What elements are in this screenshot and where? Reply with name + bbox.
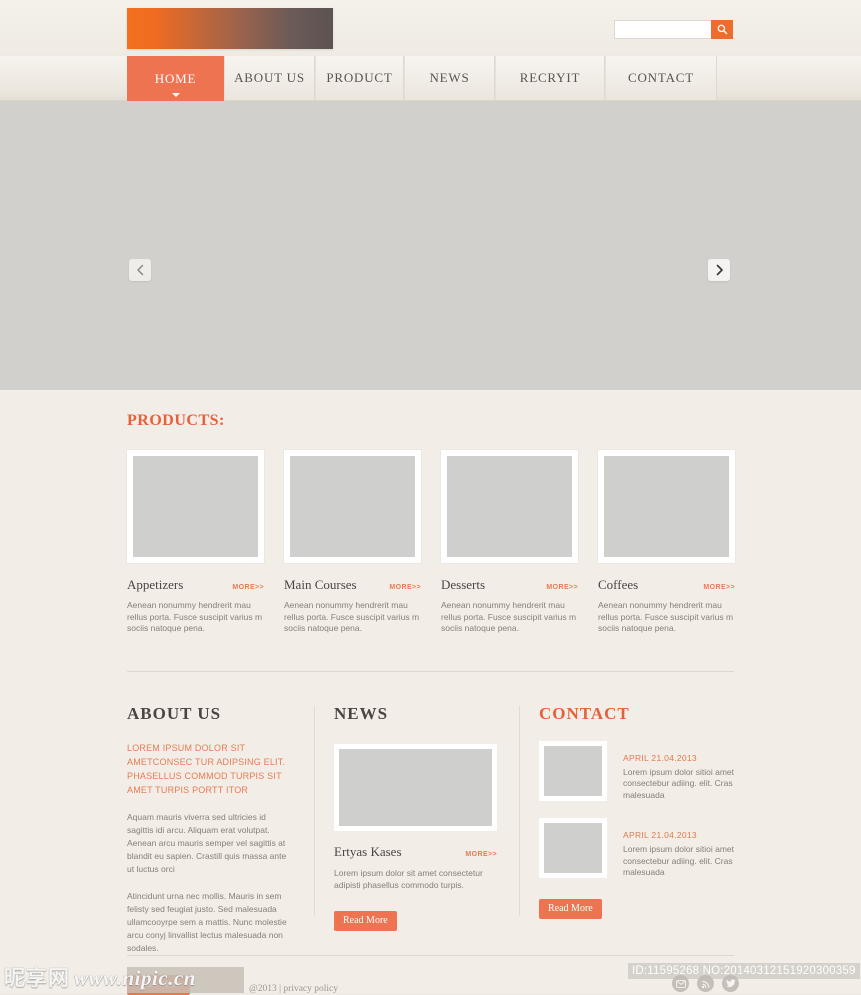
nav-label: NEWS (429, 70, 470, 85)
contact-item[interactable]: APRIL 21.04.2013 Lorem ipsum dolor sitio… (539, 740, 734, 802)
contact-item-description: Lorem ipsum dolor sitioi amet consectebu… (623, 766, 735, 800)
nav-item-home[interactable]: HOME (127, 56, 224, 104)
hero-slider (0, 101, 861, 390)
product-header: Coffees MORE>> (598, 577, 735, 593)
product-name: Coffees (598, 577, 639, 592)
nav-label: PRODUCT (326, 70, 393, 85)
nav-label: HOME (154, 71, 197, 86)
slider-next-button[interactable] (708, 259, 730, 281)
search-form (614, 20, 733, 39)
about-us-paragraph-2: Atincidunt urna nec mollis. Mauris in se… (127, 890, 287, 953)
mail-icon[interactable] (672, 975, 689, 992)
rss-icon[interactable] (697, 975, 714, 992)
contact-item-text: APRIL 21.04.2013 Lorem ipsum dolor sitio… (623, 818, 734, 879)
contact-item-description: Lorem ipsum dolor sitioi amet consectebu… (623, 844, 735, 877)
news-more-link[interactable]: MORE>> (465, 851, 497, 858)
product-thumbnail-frame (127, 450, 264, 563)
news-item-header: Ertyas Kases MORE>> (334, 844, 497, 860)
news-item-description: Lorem ipsum dolor sit amet consectetur a… (334, 867, 483, 890)
product-name: Desserts (441, 577, 486, 592)
news-thumbnail (339, 748, 492, 826)
product-header: Appetizers MORE>> (127, 577, 264, 593)
column-divider (519, 705, 520, 916)
product-name: Appetizers (127, 577, 184, 592)
site-logo[interactable] (127, 8, 333, 49)
contact-item-date: APRIL 21.04.2013 (623, 830, 697, 840)
content-wrapper: PRODUCTS: Appetizers MORE>> Aenean nonum… (127, 390, 735, 995)
product-card[interactable]: Desserts MORE>> Aenean nonummy hendrerit… (441, 450, 578, 635)
about-us-lead: LOREM IPSUM DOLOR SIT AMETCONSEC TUR ADI… (127, 742, 286, 795)
product-thumbnail-frame (441, 450, 578, 563)
product-header: Desserts MORE>> (441, 577, 578, 593)
contact-thumbnail-frame (539, 818, 607, 878)
nav-item-news[interactable]: NEWS (404, 56, 495, 100)
contact-thumbnail (544, 823, 602, 873)
search-button[interactable] (711, 20, 733, 39)
nav-item-recryit[interactable]: RECRYIT (495, 56, 605, 100)
contact-thumbnail-frame (539, 740, 607, 801)
contact-item-date: APRIL 21.04.2013 (623, 752, 697, 763)
product-card[interactable]: Coffees MORE>> Aenean nonummy hendrerit … (598, 450, 735, 635)
product-thumbnail (447, 456, 572, 557)
news-column: NEWS Ertyas Kases MORE>> Lorem ipsum dol… (314, 704, 519, 995)
product-header: Main Courses MORE>> (284, 577, 421, 593)
chevron-down-icon (171, 93, 180, 97)
search-input[interactable] (614, 20, 711, 39)
news-item-title: Ertyas Kases (334, 843, 402, 859)
product-more-link[interactable]: MORE>> (232, 584, 264, 591)
about-us-heading: ABOUT US (127, 703, 222, 723)
column-divider (314, 705, 315, 916)
main-navigation: HOME ABOUT US PRODUCT NEWS RECRYIT CONTA… (0, 56, 861, 104)
contact-thumbnail (544, 745, 602, 796)
contact-column: CONTACT APRIL 21.04.2013 Lorem ipsum dol… (519, 704, 734, 995)
footer-divider (127, 955, 734, 956)
product-thumbnail (133, 456, 258, 557)
search-icon (717, 24, 728, 35)
product-thumbnail (290, 456, 415, 557)
nav-label: RECRYIT (519, 70, 581, 85)
nav-item-product[interactable]: PRODUCT (315, 56, 404, 100)
section-divider (127, 670, 734, 672)
footer-social-links (672, 975, 739, 992)
nav-item-about-us[interactable]: ABOUT US (224, 56, 315, 100)
about-us-column: ABOUT US LOREM IPSUM DOLOR SIT AMETCONSE… (127, 704, 314, 995)
product-name: Main Courses (284, 577, 357, 592)
twitter-icon[interactable] (722, 975, 739, 992)
product-description: Aenean nonummy hendrerit mau rellus port… (284, 600, 420, 633)
chevron-left-icon (136, 264, 145, 276)
product-grid: Appetizers MORE>> Aenean nonummy hendrer… (127, 450, 735, 635)
nav-item-contact[interactable]: CONTACT (605, 56, 717, 100)
contact-item-text: APRIL 21.04.2013 Lorem ipsum dolor sitio… (623, 741, 734, 802)
news-read-more-button[interactable]: Read More (334, 910, 397, 931)
product-thumbnail (604, 456, 729, 557)
product-more-link[interactable]: MORE>> (546, 584, 578, 591)
news-heading: NEWS (334, 703, 389, 723)
contact-read-more-button[interactable]: Read More (539, 898, 602, 919)
site-header (0, 0, 861, 56)
products-heading: PRODUCTS: (127, 412, 225, 429)
news-thumbnail-frame (334, 743, 497, 831)
product-description: Aenean nonummy hendrerit mau rellus port… (127, 600, 263, 633)
product-more-link[interactable]: MORE>> (703, 584, 735, 591)
product-description: Aenean nonummy hendrerit mau rellus port… (441, 600, 577, 633)
footer-logo[interactable] (127, 967, 244, 993)
contact-item[interactable]: APRIL 21.04.2013 Lorem ipsum dolor sitio… (539, 818, 734, 879)
bottom-columns: ABOUT US LOREM IPSUM DOLOR SIT AMETCONSE… (127, 704, 734, 995)
about-us-paragraph-1: Aquam mauris viverra sed ultricies id sa… (127, 811, 287, 874)
slider-prev-button[interactable] (129, 259, 151, 281)
contact-heading: CONTACT (539, 703, 630, 723)
product-thumbnail-frame (284, 450, 421, 563)
product-thumbnail-frame (598, 450, 735, 563)
product-card[interactable]: Main Courses MORE>> Aenean nonummy hendr… (284, 450, 421, 635)
product-more-link[interactable]: MORE>> (389, 584, 421, 591)
product-description: Aenean nonummy hendrerit mau rellus port… (598, 600, 734, 633)
product-card[interactable]: Appetizers MORE>> Aenean nonummy hendrer… (127, 450, 264, 635)
chevron-right-icon (715, 264, 724, 276)
nav-label: ABOUT US (234, 70, 305, 85)
nav-label: CONTACT (628, 70, 694, 85)
